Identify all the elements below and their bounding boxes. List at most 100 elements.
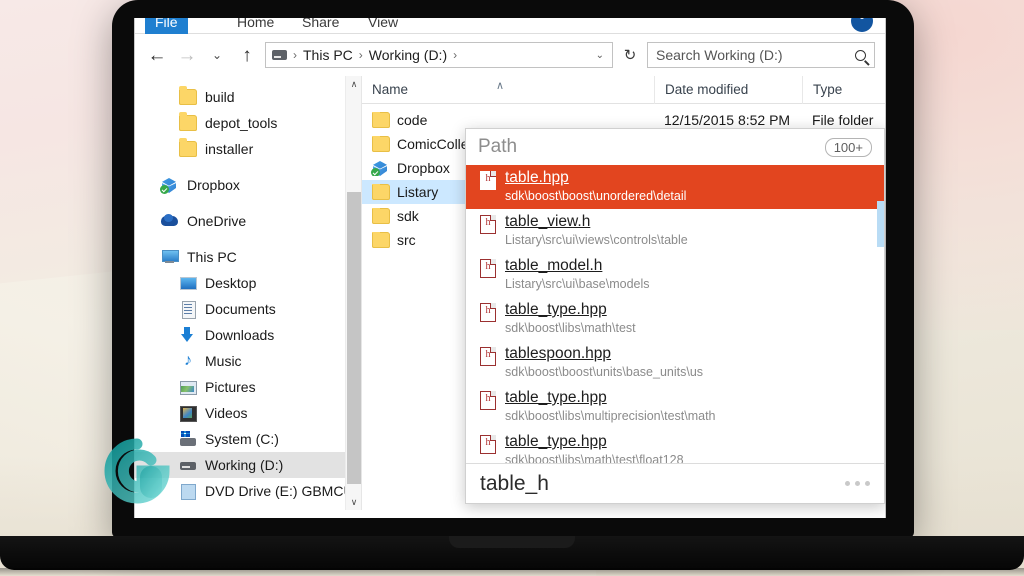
scrollbar-thumb[interactable] bbox=[877, 201, 884, 247]
refresh-button[interactable]: ↻ bbox=[619, 46, 641, 64]
dropbox-icon bbox=[160, 177, 179, 194]
result-file-name[interactable]: table_type.hpp bbox=[505, 432, 684, 452]
listary-results-list[interactable]: table.hpp sdk\boost\boost\unordered\deta… bbox=[466, 165, 884, 463]
search-input[interactable]: Search Working (D:) bbox=[647, 42, 875, 68]
file-type-cell: File folder bbox=[812, 112, 874, 128]
h-file-icon bbox=[480, 435, 496, 454]
dvd-drive-icon bbox=[179, 483, 197, 500]
scroll-down-icon[interactable]: ∨ bbox=[346, 494, 361, 510]
ellipsis-icon[interactable] bbox=[845, 481, 870, 486]
result-file-name[interactable]: table_model.h bbox=[505, 256, 650, 276]
list-item[interactable]: table_view.h Listary\src\ui\views\contro… bbox=[466, 209, 884, 253]
music-icon: ♪ bbox=[184, 352, 192, 369]
sidebar-item-depot-tools[interactable]: depot_tools bbox=[135, 110, 361, 136]
column-header-name-label: Name bbox=[372, 81, 409, 97]
sidebar-item-label: DVD Drive (E:) GBMCULY bbox=[205, 483, 361, 499]
sidebar-item-system-c[interactable]: System (C:) bbox=[135, 426, 361, 452]
sidebar-item-label: build bbox=[205, 89, 235, 105]
address-bar-row: ← → ⌄ ↑ › This PC › Working (D:) › ⌄ ↻ S… bbox=[135, 34, 885, 76]
forward-button[interactable]: → bbox=[175, 43, 199, 67]
result-file-path: Listary\src\ui\views\controls\table bbox=[505, 233, 688, 247]
sidebar-item-desktop[interactable]: Desktop bbox=[135, 270, 361, 296]
sidebar-item-dropbox[interactable]: Dropbox bbox=[135, 172, 361, 198]
downloads-icon bbox=[179, 327, 197, 343]
sidebar-item-documents[interactable]: Documents bbox=[135, 296, 361, 322]
file-explorer-window: File Home Share View ← → ⌄ ↑ › This PC ›… bbox=[134, 18, 886, 518]
sidebar-item-label: installer bbox=[205, 141, 254, 157]
scroll-up-icon[interactable]: ∧ bbox=[346, 76, 361, 92]
listary-title: Path bbox=[478, 136, 518, 157]
sidebar-item-label: Music bbox=[205, 353, 242, 369]
list-item[interactable]: table_type.hpp sdk\boost\libs\math\test\… bbox=[466, 429, 884, 463]
folder-icon bbox=[372, 184, 390, 200]
sort-ascending-icon: ∧ bbox=[496, 79, 505, 92]
file-date-cell: 12/15/2015 8:52 PM bbox=[664, 112, 791, 128]
sidebar-item-label: Pictures bbox=[205, 379, 256, 395]
result-file-path: sdk\boost\boost\units\base_units\us bbox=[505, 365, 704, 379]
sidebar-item-downloads[interactable]: Downloads bbox=[135, 322, 361, 348]
sidebar-item-dvd-drive[interactable]: DVD Drive (E:) GBMCULY bbox=[135, 478, 361, 504]
sidebar-item-this-pc[interactable]: This PC bbox=[135, 244, 361, 270]
column-header-date-modified[interactable]: Date modified bbox=[654, 75, 802, 104]
chevron-down-icon[interactable]: ⌄ bbox=[596, 50, 606, 61]
breadcrumb-separator-2: › bbox=[358, 48, 363, 62]
up-button[interactable]: ↑ bbox=[235, 43, 259, 67]
ribbon-tab-file[interactable]: File bbox=[145, 18, 188, 34]
sidebar-item-label: OneDrive bbox=[187, 213, 247, 229]
h-file-icon bbox=[480, 259, 496, 278]
sidebar-item-installer[interactable]: installer bbox=[135, 136, 361, 162]
listary-scrollbar[interactable] bbox=[877, 201, 884, 463]
breadcrumb-working-d[interactable]: Working (D:) bbox=[369, 47, 447, 63]
address-bar[interactable]: › This PC › Working (D:) › ⌄ bbox=[265, 42, 613, 68]
result-file-path: sdk\boost\libs\math\test bbox=[505, 321, 636, 335]
sidebar-item-pictures[interactable]: Pictures bbox=[135, 374, 361, 400]
scrollbar-thumb[interactable] bbox=[347, 192, 361, 484]
breadcrumb-this-pc[interactable]: This PC bbox=[303, 47, 353, 63]
dropbox-icon bbox=[371, 160, 390, 176]
column-header-name[interactable]: Name ∧ bbox=[362, 76, 654, 104]
h-file-icon bbox=[480, 347, 496, 366]
sidebar-item-working-d[interactable]: Working (D:) bbox=[135, 452, 361, 478]
onedrive-icon bbox=[161, 213, 179, 229]
system-drive-icon bbox=[179, 431, 197, 447]
recent-locations-button[interactable]: ⌄ bbox=[205, 43, 229, 67]
result-count-badge: 100+ bbox=[824, 137, 872, 157]
result-file-name[interactable]: table_type.hpp bbox=[505, 300, 636, 320]
list-item[interactable]: table_model.h Listary\src\ui\base\models bbox=[466, 253, 884, 297]
ribbon-tab-share[interactable]: Share bbox=[292, 18, 349, 34]
sidebar-item-music[interactable]: ♪ Music bbox=[135, 348, 361, 374]
result-file-name[interactable]: tablespoon.hpp bbox=[505, 344, 703, 364]
navigation-pane-scrollbar[interactable]: ∧ ∨ bbox=[345, 76, 361, 510]
h-file-icon bbox=[480, 391, 496, 410]
navigation-pane: build depot_tools installer Dropbox OneD… bbox=[135, 76, 361, 510]
result-file-name[interactable]: table_type.hpp bbox=[505, 388, 716, 408]
column-headers: Name ∧ Date modified Type bbox=[362, 75, 885, 104]
sidebar-item-onedrive[interactable]: OneDrive bbox=[135, 208, 361, 234]
result-file-name[interactable]: table.hpp bbox=[505, 168, 686, 188]
sidebar-item-videos[interactable]: Videos bbox=[135, 400, 361, 426]
listary-query-text: table_h bbox=[480, 471, 549, 495]
documents-icon bbox=[179, 301, 197, 319]
sidebar-item-label: Dropbox bbox=[187, 177, 240, 193]
sidebar-item-label: This PC bbox=[187, 249, 237, 265]
desktop-icon bbox=[179, 275, 197, 291]
file-name-label: src bbox=[397, 232, 416, 248]
ribbon-tab-view[interactable]: View bbox=[358, 18, 408, 34]
list-item[interactable]: table_type.hpp sdk\boost\libs\multipreci… bbox=[466, 385, 884, 429]
list-item[interactable]: tablespoon.hpp sdk\boost\boost\units\bas… bbox=[466, 341, 884, 385]
ribbon-tab-home[interactable]: Home bbox=[227, 18, 284, 34]
folder-icon bbox=[372, 136, 390, 152]
sidebar-item-build[interactable]: build bbox=[135, 84, 361, 110]
result-file-name[interactable]: table_view.h bbox=[505, 212, 688, 232]
list-item[interactable]: table.hpp sdk\boost\boost\unordered\deta… bbox=[466, 165, 884, 209]
laptop-screen: File Home Share View ← → ⌄ ↑ › This PC ›… bbox=[134, 18, 886, 518]
help-circle-icon[interactable] bbox=[851, 18, 873, 32]
laptop-trackpad-notch bbox=[449, 536, 575, 548]
list-item[interactable]: table_type.hpp sdk\boost\libs\math\test bbox=[466, 297, 884, 341]
file-name-cell: code bbox=[362, 112, 654, 128]
ribbon-tabs: File Home Share View bbox=[135, 18, 885, 34]
column-header-type[interactable]: Type bbox=[802, 75, 885, 104]
listary-query-bar[interactable]: table_h bbox=[466, 463, 884, 503]
sidebar-item-label: Downloads bbox=[205, 327, 275, 343]
back-button[interactable]: ← bbox=[145, 43, 169, 67]
